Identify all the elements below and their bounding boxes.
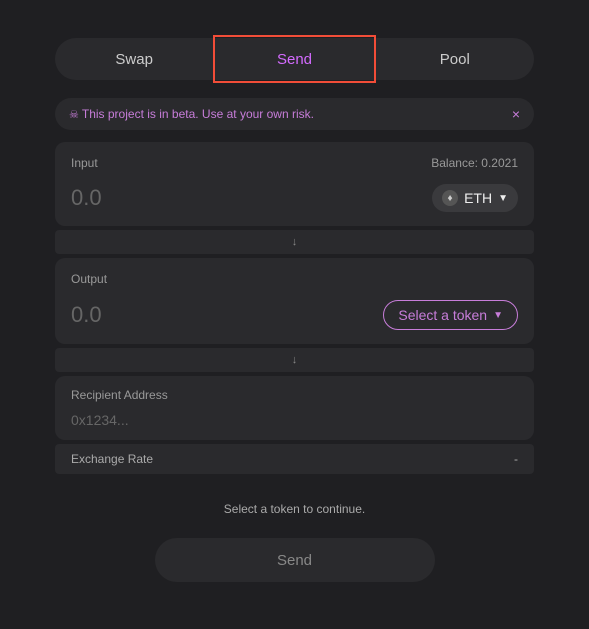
tab-bar: Swap Send Pool [55, 38, 534, 80]
hint-text: Select a token to continue. [0, 502, 589, 516]
select-token-label: Select a token [398, 307, 487, 323]
exchange-rate-row: Exchange Rate - [55, 444, 534, 474]
output-amount[interactable]: 0.0 [71, 302, 102, 328]
exchange-rate-value: - [514, 452, 518, 466]
recipient-label: Recipient Address [71, 388, 518, 402]
input-token-select[interactable]: ♦ ETH ▼ [432, 184, 518, 212]
beta-banner: ☠ This project is in beta. Use at your o… [55, 98, 534, 130]
eth-icon: ♦ [442, 190, 458, 206]
output-card: Output 0.0 Select a token ▼ [55, 258, 534, 344]
output-token-select[interactable]: Select a token ▼ [383, 300, 518, 330]
input-amount[interactable]: 0.0 [71, 185, 102, 211]
arrow-divider-1: ↓ [55, 230, 534, 254]
chevron-down-icon: ▼ [493, 310, 503, 321]
input-token-symbol: ETH [464, 190, 492, 206]
output-card-header: Output [71, 272, 518, 286]
input-card-header: Input Balance: 0.2021 [71, 156, 518, 170]
close-icon[interactable]: × [512, 106, 520, 122]
output-label: Output [71, 272, 107, 286]
tab-send[interactable]: Send [213, 35, 375, 83]
recipient-input[interactable]: 0x1234... [71, 412, 518, 428]
input-balance: Balance: 0.2021 [431, 156, 518, 170]
recipient-card: Recipient Address 0x1234... [55, 376, 534, 440]
tab-swap[interactable]: Swap [55, 38, 213, 80]
input-label: Input [71, 156, 98, 170]
chevron-down-icon: ▼ [498, 193, 508, 204]
exchange-rate-label: Exchange Rate [71, 452, 153, 466]
arrow-divider-2: ↓ [55, 348, 534, 372]
beta-banner-text: This project is in beta. Use at your own… [82, 107, 314, 121]
skull-icon: ☠ [69, 108, 79, 121]
send-button[interactable]: Send [155, 538, 435, 582]
tab-pool[interactable]: Pool [376, 38, 534, 80]
input-card: Input Balance: 0.2021 0.0 ♦ ETH ▼ [55, 142, 534, 226]
